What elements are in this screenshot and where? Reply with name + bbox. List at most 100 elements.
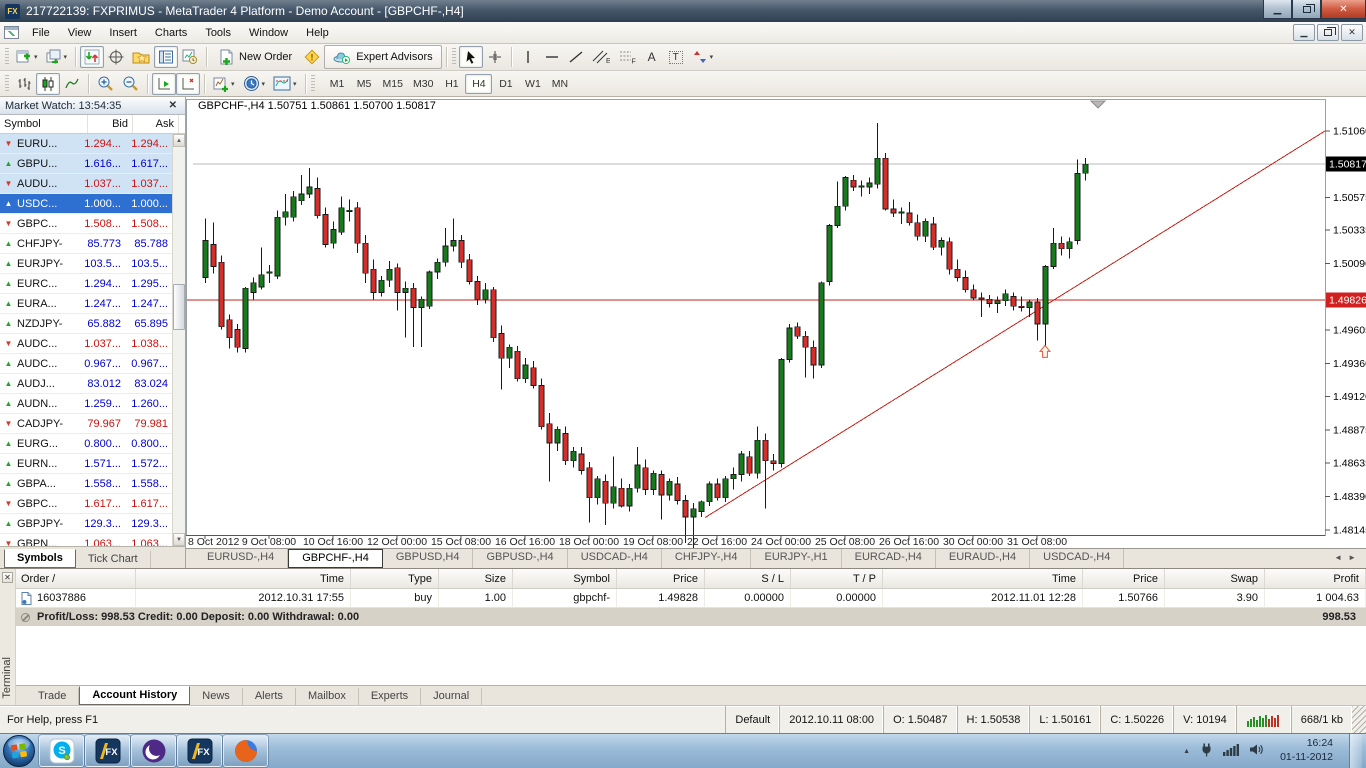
market-watch-row-usdc[interactable]: ▲USDC...1.000...1.000... — [0, 194, 172, 214]
terminal-tab-trade[interactable]: Trade — [26, 688, 79, 705]
toolbar-grip[interactable] — [5, 48, 9, 66]
resize-grip[interactable] — [1352, 706, 1366, 733]
show-desktop-button[interactable] — [1349, 734, 1362, 768]
orders-column-7[interactable]: T / P — [791, 569, 883, 588]
market-watch-tab-symbols[interactable]: Symbols — [4, 549, 76, 568]
toolbar-grip[interactable] — [311, 75, 315, 93]
chart-tab-4[interactable]: USDCAD-,H4 — [568, 549, 662, 568]
line-chart-mode-button[interactable] — [60, 73, 84, 95]
navigator-button[interactable] — [128, 46, 154, 68]
restore-button[interactable] — [1292, 0, 1321, 19]
orders-column-1[interactable]: Time — [136, 569, 351, 588]
orders-column-6[interactable]: S / L — [705, 569, 791, 588]
market-watch-row-eurjpy[interactable]: ▲EURJPY-103.5...103.5... — [0, 254, 172, 274]
strategy-tester-button[interactable] — [178, 46, 202, 68]
timeframe-m30[interactable]: M30 — [408, 74, 438, 94]
order-row[interactable]: 160378862012.10.31 17:55buy1.00gbpchf-1.… — [16, 589, 1366, 608]
market-watch-row-audn[interactable]: ▲AUDN...1.259...1.260... — [0, 394, 172, 414]
chart-tab-5[interactable]: CHFJPY-,H4 — [662, 549, 752, 568]
scrollbar-thumb[interactable] — [173, 284, 185, 330]
market-watch-row-gbpn[interactable]: ▼GBPN...1.063...1.063... — [0, 534, 172, 546]
candlestick-mode-button[interactable] — [36, 73, 60, 95]
market-watch-row-eura[interactable]: ▲EURA...1.247...1.247... — [0, 294, 172, 314]
market-watch-row-chfjpy[interactable]: ▲CHFJPY-85.77385.788 — [0, 234, 172, 254]
chart-restore-button[interactable] — [1317, 24, 1339, 41]
timeframe-h4[interactable]: H4 — [465, 74, 492, 94]
chart-tab-0[interactable]: EURUSD-,H4 — [194, 549, 288, 568]
terminal-tab-experts[interactable]: Experts — [359, 688, 421, 705]
tab-scroll-arrows-icon[interactable]: ◄► — [1334, 553, 1362, 562]
toolbar-grip[interactable] — [5, 75, 9, 93]
market-watch-scrollbar[interactable]: ▲ ▼ — [172, 134, 185, 546]
skype-taskbar-button[interactable]: S — [39, 735, 84, 767]
terminal-tab-journal[interactable]: Journal — [421, 688, 482, 705]
crescent-taskbar-button[interactable] — [131, 735, 176, 767]
terminal-tab-news[interactable]: News — [190, 688, 243, 705]
scroll-up-icon[interactable]: ▲ — [173, 134, 185, 147]
metaquotes-alert-icon[interactable]: ! — [300, 46, 324, 68]
market-watch-row-gbpjpy[interactable]: ▲GBPJPY-129.3...129.3... — [0, 514, 172, 534]
toolbar-grip[interactable] — [452, 48, 456, 66]
orders-column-5[interactable]: Price — [617, 569, 705, 588]
text-label-tool-button[interactable]: T — [664, 46, 688, 68]
terminal-tab-account-history[interactable]: Account History — [79, 686, 190, 705]
arrows-tool-button[interactable]: ▾ — [688, 46, 718, 68]
terminal-tab-mailbox[interactable]: Mailbox — [296, 688, 359, 705]
market-watch-row-cadjpy[interactable]: ▼CADJPY-79.96779.981 — [0, 414, 172, 434]
trendline-tool-button[interactable] — [564, 46, 588, 68]
chart-minimize-button[interactable]: ▁ — [1293, 24, 1315, 41]
menu-help[interactable]: Help — [297, 24, 338, 42]
market-watch-row-audc[interactable]: ▼AUDC...1.037...1.038... — [0, 334, 172, 354]
minimize-button[interactable]: ▁ — [1263, 0, 1292, 19]
timeframe-d1[interactable]: D1 — [492, 74, 519, 94]
equidistant-channel-tool-button[interactable]: E — [588, 46, 614, 68]
timeframe-m15[interactable]: M15 — [378, 74, 408, 94]
terminal-tab-alerts[interactable]: Alerts — [243, 688, 296, 705]
metatrader-taskbar-button[interactable]: FX — [177, 735, 222, 767]
market-watch-row-audu[interactable]: ▼AUDU...1.037...1.037... — [0, 174, 172, 194]
firefox-taskbar-button[interactable] — [223, 735, 268, 767]
crosshair-tool-button[interactable] — [483, 46, 507, 68]
horizontal-line-tool-button[interactable] — [540, 46, 564, 68]
network-signal-icon[interactable] — [1223, 744, 1239, 759]
templates-button[interactable]: ▾ — [269, 73, 301, 95]
market-watch-row-gbpc[interactable]: ▼GBPC...1.508...1.508... — [0, 214, 172, 234]
orders-column-10[interactable]: Swap — [1165, 569, 1265, 588]
market-watch-column-headers[interactable]: Symbol Bid Ask — [0, 115, 185, 134]
chart-tab-3[interactable]: GBPUSD-,H4 — [473, 549, 567, 568]
menu-view[interactable]: View — [59, 24, 101, 42]
expert-advisors-button[interactable]: Expert Advisors — [325, 46, 440, 68]
market-watch-row-audj[interactable]: ▲AUDJ...83.01283.024 — [0, 374, 172, 394]
terminal-close-icon[interactable]: ✕ — [2, 572, 13, 583]
scroll-down-icon[interactable]: ▼ — [173, 533, 185, 546]
orders-column-9[interactable]: Price — [1083, 569, 1165, 588]
zoom-out-button[interactable] — [118, 73, 143, 95]
column-bid[interactable]: Bid — [88, 115, 133, 133]
title-bar[interactable]: FX 217722139: FXPRIMUS - MetaTrader 4 Pl… — [0, 0, 1366, 22]
column-symbol[interactable]: Symbol — [0, 115, 88, 133]
new-chart-button[interactable]: ▾ — [12, 46, 42, 68]
market-watch-row-eurn[interactable]: ▲EURN...1.571...1.572... — [0, 454, 172, 474]
metatrader-taskbar-button[interactable]: FX — [85, 735, 130, 767]
timeframe-h1[interactable]: H1 — [438, 74, 465, 94]
fibonacci-tool-button[interactable]: F — [614, 46, 640, 68]
orders-column-11[interactable]: Profit — [1265, 569, 1366, 588]
chart-tab-7[interactable]: EURCAD-,H4 — [842, 549, 936, 568]
menu-charts[interactable]: Charts — [146, 24, 196, 42]
timeframe-m5[interactable]: M5 — [351, 74, 378, 94]
chart-tab-2[interactable]: GBPUSD,H4 — [383, 549, 474, 568]
new-order-button[interactable]: New Order — [211, 46, 300, 68]
indicators-button[interactable]: ▾ — [209, 73, 239, 95]
volume-icon[interactable] — [1249, 743, 1264, 759]
market-watch-row-audc[interactable]: ▲AUDC...0.967...0.967... — [0, 354, 172, 374]
timeframe-m1[interactable]: M1 — [324, 74, 351, 94]
menu-tools[interactable]: Tools — [196, 24, 240, 42]
auto-scroll-button[interactable] — [152, 73, 176, 95]
market-watch-close-icon[interactable]: ✕ — [166, 100, 180, 111]
bar-chart-mode-button[interactable] — [12, 73, 36, 95]
menu-window[interactable]: Window — [240, 24, 297, 42]
tray-expand-icon[interactable]: ▲ — [1183, 748, 1190, 755]
chart-window-icon[interactable] — [4, 26, 19, 39]
chart-tab-6[interactable]: EURJPY-,H1 — [751, 549, 841, 568]
orders-column-8[interactable]: Time — [883, 569, 1083, 588]
